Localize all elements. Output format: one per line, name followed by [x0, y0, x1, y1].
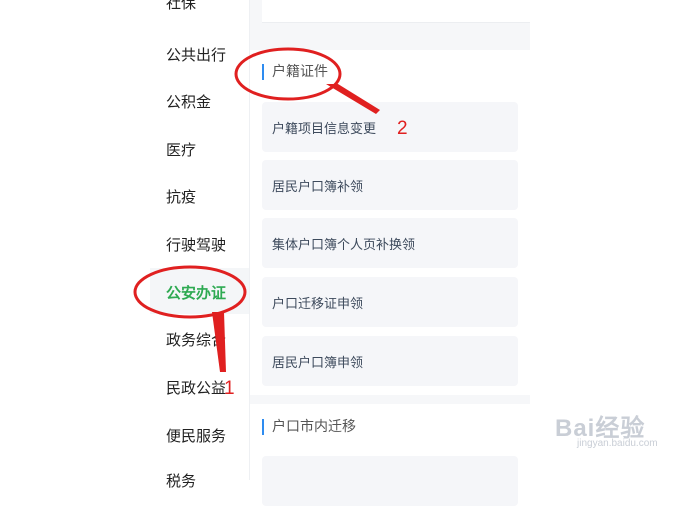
annotation-label-two: 2 — [397, 118, 408, 139]
baidu-jingyan-watermark: Bai经验 jingyan.baidu.com — [555, 408, 658, 449]
watermark-url: jingyan.baidu.com — [577, 438, 658, 449]
annotation-label-one: 1 — [224, 378, 235, 399]
annotation-circle-section — [234, 47, 342, 101]
annotation-arrow-one — [212, 312, 226, 372]
annotation-circle-sidebar — [133, 265, 247, 319]
annotation-arrow-two — [326, 84, 380, 114]
